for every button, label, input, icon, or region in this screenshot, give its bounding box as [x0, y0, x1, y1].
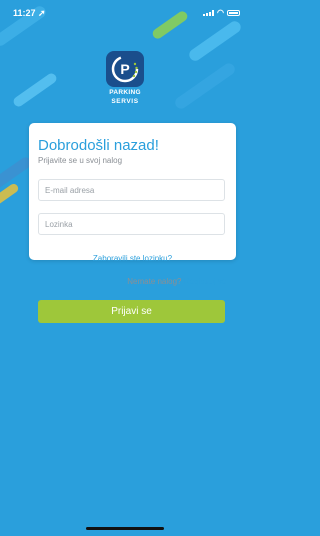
card-actions: Zaboravili ste lozinku? Nemate nalog? Re…: [29, 123, 236, 333]
svg-text:P: P: [120, 61, 129, 77]
login-button[interactable]: Prijavi se: [38, 300, 225, 323]
decor-stripe: [11, 71, 59, 109]
home-indicator: [86, 527, 164, 530]
parking-logo-icon: P: [106, 51, 144, 87]
no-account-text: Nemate nalog?: [127, 277, 182, 286]
clock: 11:27: [13, 8, 36, 18]
location-arrow-icon: ➚: [38, 8, 46, 18]
logo-line2: SERVIS: [111, 98, 139, 105]
register-row: Nemate nalog? Registruj se: [127, 277, 226, 286]
status-time: 11:27 ➚: [13, 8, 46, 19]
battery-icon: [227, 9, 240, 16]
register-link[interactable]: Registruj se: [184, 277, 226, 286]
forgot-password-link[interactable]: Zaboravili ste lozinku?: [29, 254, 236, 263]
decor-stripe: [186, 18, 244, 64]
decor-stripe: [172, 61, 238, 111]
signal-icon: [203, 9, 215, 16]
decor-stripe: [0, 182, 20, 207]
app-logo: P PARKING SERVIS: [106, 51, 144, 105]
status-bar: 11:27 ➚ ◠: [0, 0, 250, 22]
logo-line1: PARKING: [109, 89, 141, 96]
wifi-icon: ◠: [217, 8, 224, 17]
status-icons: ◠: [203, 8, 240, 17]
